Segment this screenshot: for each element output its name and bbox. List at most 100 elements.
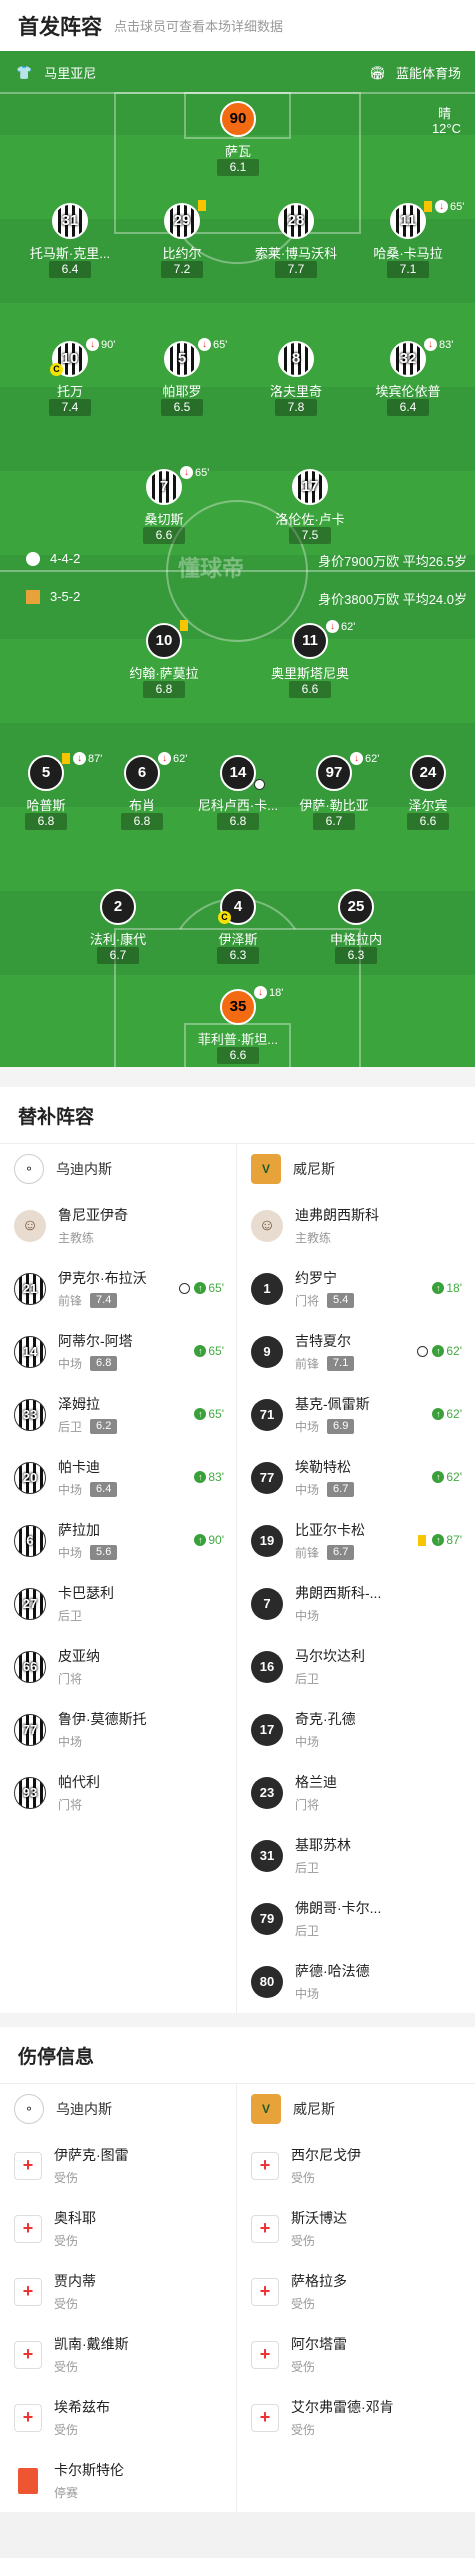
sub-player-position: 门将: [58, 1798, 83, 1812]
sub-player-info: 基耶苏林 后卫: [295, 1835, 351, 1876]
sub-player-position: 前锋 6.7: [295, 1544, 365, 1561]
sub-on-icon: ↑: [432, 1534, 445, 1546]
sub-on-icon: ↑: [194, 1282, 207, 1294]
home-coach[interactable]: ☺ 鲁尼亚伊奇 主教练: [0, 1194, 236, 1257]
injury-row[interactable]: + 奥科耶 受伤: [0, 2197, 236, 2260]
injury-status: 受伤: [291, 2423, 316, 2437]
injury-row[interactable]: + 艾尔弗雷德·邓肯 受伤: [237, 2386, 474, 2449]
sub-player-row[interactable]: 77 埃勒特松 中场 6.7 ↑ 62': [237, 1446, 474, 1509]
sub-player-row[interactable]: 31 基耶苏林 后卫: [237, 1824, 474, 1887]
sub-player-name: 泽姆拉: [58, 1396, 100, 1412]
sub-player-row[interactable]: 19 比亚尔卡松 前锋 6.7 ↑ 87': [237, 1509, 474, 1572]
home-formation: 4-4-2: [26, 551, 80, 566]
injury-row[interactable]: + 凯南·戴维斯 受伤: [0, 2323, 236, 2386]
sub-player-row[interactable]: 71 基克-佩雷斯 中场 6.9 ↑ 62': [237, 1383, 474, 1446]
sub-player-position: 中场 6.9: [295, 1418, 370, 1435]
injury-status: 受伤: [54, 2297, 79, 2311]
jersey-number: 17: [251, 1713, 283, 1746]
away-coach[interactable]: ☺ 迪弗朗西斯科 主教练: [237, 1194, 474, 1257]
sub-on-event: ↑ 65': [194, 1344, 224, 1358]
subs-home-column: ⚬ 乌迪内斯 ☺ 鲁尼亚伊奇 主教练 21 伊克尔·布拉沃 前锋 7.4 ↑ 65' 14 阿…: [0, 1144, 237, 2013]
sub-player-position: 中场 6.8: [58, 1355, 133, 1372]
sub-player-row[interactable]: 80 萨德·哈法德 中场: [237, 1950, 474, 2013]
sub-player-row[interactable]: 14 阿蒂尔-阿塔 中场 6.8 ↑ 65': [0, 1320, 236, 1383]
sub-off-icon: ↓: [424, 338, 437, 351]
medical-cross-icon: +: [14, 2277, 42, 2306]
sub-player-info: 马尔坎达利 后卫: [295, 1646, 365, 1687]
sub-player-position: 后卫: [295, 1672, 320, 1686]
jersey-number: 77: [14, 1713, 46, 1746]
rating-badge: 7.1: [327, 1356, 355, 1371]
sub-on-icon: ↑: [432, 1345, 445, 1357]
injured-player-name: 西尔尼戈伊: [291, 2147, 361, 2163]
sub-player-row[interactable]: 66 皮亚纳 门将: [0, 1635, 236, 1698]
sub-on-icon: ↑: [194, 1534, 207, 1546]
sub-player-position: 后卫: [58, 1609, 83, 1623]
injury-row[interactable]: + 贾内蒂 受伤: [0, 2260, 236, 2323]
sub-player-row[interactable]: 33 泽姆拉 后卫 6.2 ↑ 65': [0, 1383, 236, 1446]
sub-off-icon: ↓: [350, 752, 363, 765]
injury-row[interactable]: + 西尔尼戈伊 受伤: [237, 2134, 474, 2197]
sub-player-info: 萨德·哈法德 中场: [295, 1961, 370, 2002]
home-formation-info: 身价7900万欧 平均26.5岁: [318, 554, 467, 569]
sub-player-row[interactable]: 7 弗朗西斯科-... 中场: [237, 1572, 474, 1635]
away-team-logo-icon: [26, 589, 40, 604]
sub-off-icon: ↓: [158, 752, 171, 765]
pitch: 👕 马里亚尼 🏟 蓝能体育场 晴 12°C 懂球帝 4-4-2 身价7900万欧…: [0, 51, 475, 1067]
sub-on-event: ↑ 62': [417, 1344, 462, 1358]
sub-player-row[interactable]: 93 帕代利 门将: [0, 1761, 236, 1824]
injury-row[interactable]: + 阿尔塔雷 受伤: [237, 2323, 474, 2386]
coach-avatar: ☺: [14, 1209, 46, 1242]
sub-player-position: 门将: [58, 1672, 83, 1686]
away-formation-info: 身价3800万欧 平均24.0岁: [318, 592, 467, 607]
sub-player-row[interactable]: 77 鲁伊·莫德斯托 中场: [0, 1698, 236, 1761]
injury-info: 埃希兹布 受伤: [54, 2397, 110, 2438]
rating-badge: 6.2: [90, 1419, 118, 1434]
sub-player-row[interactable]: 27 卡巴瑟利 后卫: [0, 1572, 236, 1635]
jersey-number: 19: [251, 1524, 283, 1557]
sub-on-event: ↑ 62': [432, 1470, 462, 1484]
injury-row[interactable]: + 萨格拉多 受伤: [237, 2260, 474, 2323]
sub-player-name: 阿蒂尔-阿塔: [58, 1333, 133, 1349]
subs-home-team: ⚬ 乌迪内斯: [0, 1144, 236, 1194]
sub-on-event: ↑ 18': [432, 1281, 462, 1295]
sub-on-event: ↑ 90': [194, 1533, 224, 1547]
sub-player-position: 门将: [295, 1798, 320, 1812]
sub-player-row[interactable]: 23 格兰迪 门将: [237, 1761, 474, 1824]
temperature-label: 12°C: [431, 121, 461, 136]
injury-status: 停赛: [54, 2486, 79, 2500]
injury-status: 受伤: [291, 2171, 316, 2185]
sub-player-row[interactable]: 20 帕卡迪 中场 6.4 ↑ 83': [0, 1446, 236, 1509]
injured-player-name: 埃希兹布: [54, 2399, 110, 2415]
sub-player-row[interactable]: 6 萨拉加 中场 5.6 ↑ 90': [0, 1509, 236, 1572]
sub-on-icon: ↑: [432, 1282, 445, 1294]
sub-player-info: 卡巴瑟利 后卫: [58, 1583, 114, 1624]
injured-player-name: 艾尔弗雷德·邓肯: [291, 2399, 394, 2415]
medical-cross-icon: +: [14, 2340, 42, 2369]
sub-on-event: ↑ 65': [179, 1281, 224, 1295]
jersey-number: 93: [14, 1776, 46, 1809]
injury-row[interactable]: + 伊萨克·图雷 受伤: [0, 2134, 236, 2197]
sub-player-row[interactable]: 79 佛朗哥·卡尔... 后卫: [237, 1887, 474, 1950]
sub-player-row[interactable]: 16 马尔坎达利 后卫: [237, 1635, 474, 1698]
injury-row[interactable]: 卡尔斯特伦 停赛: [0, 2449, 236, 2512]
injury-status: 受伤: [291, 2234, 316, 2248]
jersey-number: 79: [251, 1902, 283, 1935]
injury-row[interactable]: + 斯沃博达 受伤: [237, 2197, 474, 2260]
jersey-number: 77: [251, 1461, 283, 1494]
sub-player-row[interactable]: 17 奇克·孔德 中场: [237, 1698, 474, 1761]
page-subtitle: 点击球员可查看本场详细数据: [114, 19, 284, 34]
weather-label: 晴: [437, 106, 451, 121]
sub-player-row[interactable]: 1 约罗宁 门将 5.4 ↑ 18': [237, 1257, 474, 1320]
sub-player-info: 阿蒂尔-阿塔 中场 6.8: [58, 1331, 133, 1372]
red-card-icon: [18, 2467, 38, 2494]
injury-status: 受伤: [54, 2360, 79, 2374]
injury-info: 艾尔弗雷德·邓肯 受伤: [291, 2397, 394, 2438]
sub-player-info: 帕代利 门将: [58, 1772, 100, 1813]
sub-player-row[interactable]: 9 吉特夏尔 前锋 7.1 ↑ 62': [237, 1320, 474, 1383]
sub-player-name: 奇克·孔德: [295, 1711, 356, 1727]
jersey-number: 31: [251, 1839, 283, 1872]
sub-player-position: 前锋 7.4: [58, 1292, 147, 1309]
injury-row[interactable]: + 埃希兹布 受伤: [0, 2386, 236, 2449]
sub-player-row[interactable]: 21 伊克尔·布拉沃 前锋 7.4 ↑ 65': [0, 1257, 236, 1320]
